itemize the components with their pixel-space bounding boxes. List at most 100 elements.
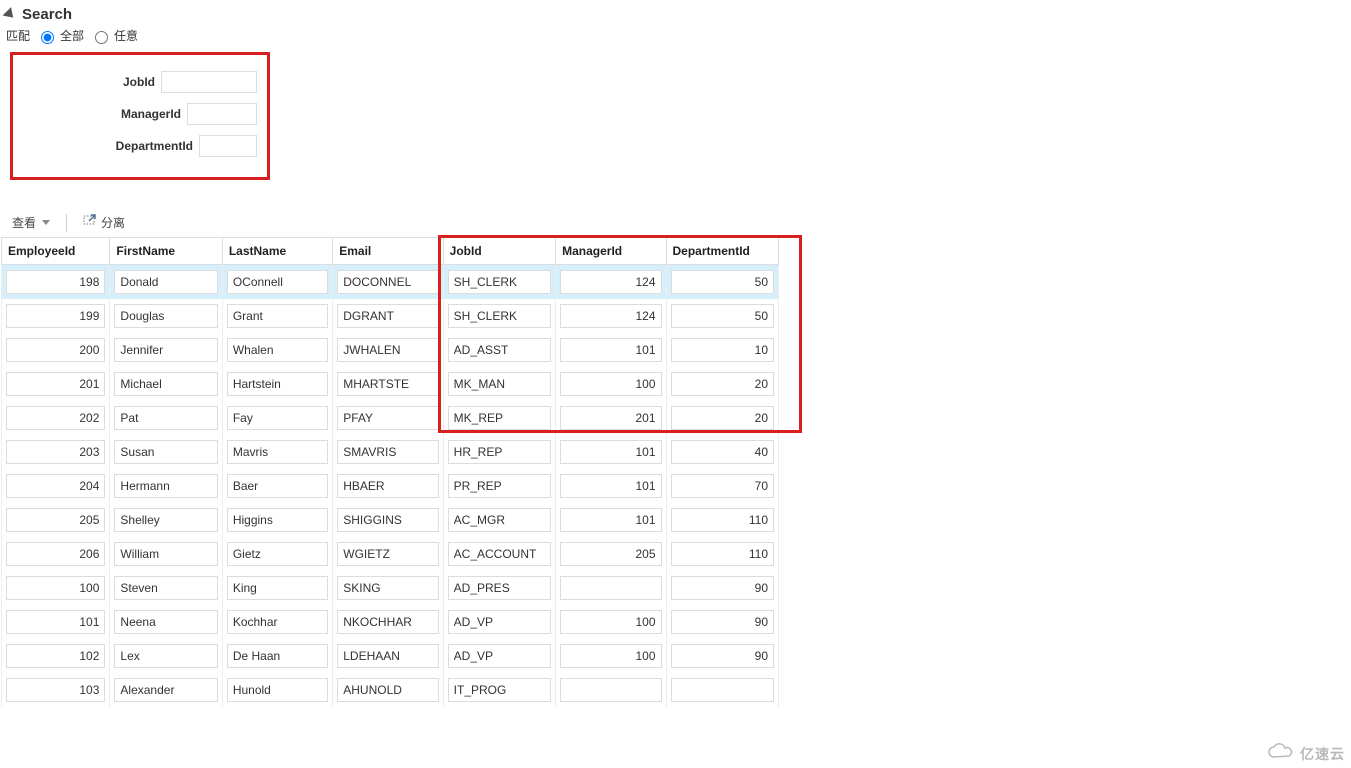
col-header-departmentid[interactable]: DepartmentId	[666, 238, 778, 265]
cell-input-managerid[interactable]	[560, 270, 661, 294]
col-header-lastname[interactable]: LastName	[222, 238, 332, 265]
cell-input-managerid[interactable]	[560, 576, 661, 600]
jobid-input[interactable]	[161, 71, 257, 93]
cell-input-jobid[interactable]	[448, 508, 551, 532]
cell-input-departmentid[interactable]	[671, 542, 774, 566]
cell-input-employeeid[interactable]	[6, 304, 105, 328]
cell-input-jobid[interactable]	[448, 610, 551, 634]
cell-input-managerid[interactable]	[560, 338, 661, 362]
cell-input-departmentid[interactable]	[671, 508, 774, 532]
detach-button[interactable]: 分离	[77, 212, 131, 233]
cell-input-lastname[interactable]	[227, 270, 328, 294]
col-header-firstname[interactable]: FirstName	[110, 238, 222, 265]
cell-input-lastname[interactable]	[227, 508, 328, 532]
cell-input-firstname[interactable]	[114, 270, 217, 294]
cell-input-jobid[interactable]	[448, 270, 551, 294]
cell-input-email[interactable]	[337, 474, 438, 498]
cell-input-email[interactable]	[337, 610, 438, 634]
cell-input-email[interactable]	[337, 406, 438, 430]
cell-input-email[interactable]	[337, 338, 438, 362]
cell-input-firstname[interactable]	[114, 372, 217, 396]
cell-input-employeeid[interactable]	[6, 644, 105, 668]
cell-input-jobid[interactable]	[448, 406, 551, 430]
cell-input-departmentid[interactable]	[671, 678, 774, 702]
cell-input-departmentid[interactable]	[671, 372, 774, 396]
table-row[interactable]	[2, 639, 779, 673]
cell-input-employeeid[interactable]	[6, 406, 105, 430]
cell-input-lastname[interactable]	[227, 338, 328, 362]
col-header-managerid[interactable]: ManagerId	[556, 238, 666, 265]
cell-input-firstname[interactable]	[114, 304, 217, 328]
cell-input-departmentid[interactable]	[671, 440, 774, 464]
cell-input-lastname[interactable]	[227, 474, 328, 498]
cell-input-jobid[interactable]	[448, 338, 551, 362]
cell-input-jobid[interactable]	[448, 678, 551, 702]
cell-input-email[interactable]	[337, 542, 438, 566]
cell-input-departmentid[interactable]	[671, 576, 774, 600]
col-header-email[interactable]: Email	[333, 238, 443, 265]
cell-input-lastname[interactable]	[227, 372, 328, 396]
match-any-option[interactable]: 任意	[90, 27, 138, 44]
cell-input-email[interactable]	[337, 644, 438, 668]
cell-input-firstname[interactable]	[114, 406, 217, 430]
cell-input-managerid[interactable]	[560, 644, 661, 668]
cell-input-firstname[interactable]	[114, 678, 217, 702]
match-all-option[interactable]: 全部	[36, 27, 84, 44]
cell-input-employeeid[interactable]	[6, 542, 105, 566]
cell-input-lastname[interactable]	[227, 304, 328, 328]
cell-input-managerid[interactable]	[560, 304, 661, 328]
cell-input-lastname[interactable]	[227, 440, 328, 464]
cell-input-jobid[interactable]	[448, 304, 551, 328]
cell-input-employeeid[interactable]	[6, 508, 105, 532]
cell-input-managerid[interactable]	[560, 610, 661, 634]
cell-input-lastname[interactable]	[227, 678, 328, 702]
cell-input-firstname[interactable]	[114, 474, 217, 498]
cell-input-departmentid[interactable]	[671, 304, 774, 328]
cell-input-email[interactable]	[337, 440, 438, 464]
cell-input-lastname[interactable]	[227, 576, 328, 600]
table-row[interactable]	[2, 673, 779, 707]
cell-input-lastname[interactable]	[227, 644, 328, 668]
cell-input-departmentid[interactable]	[671, 270, 774, 294]
cell-input-managerid[interactable]	[560, 372, 661, 396]
cell-input-jobid[interactable]	[448, 644, 551, 668]
cell-input-email[interactable]	[337, 678, 438, 702]
cell-input-email[interactable]	[337, 372, 438, 396]
cell-input-jobid[interactable]	[448, 474, 551, 498]
col-header-employeeid[interactable]: EmployeeId	[2, 238, 110, 265]
table-row[interactable]	[2, 537, 779, 571]
departmentid-input[interactable]	[199, 135, 257, 157]
managerid-input[interactable]	[187, 103, 257, 125]
view-menu-button[interactable]: 查看	[6, 212, 56, 233]
table-row[interactable]	[2, 571, 779, 605]
match-all-radio[interactable]	[41, 31, 54, 44]
cell-input-firstname[interactable]	[114, 440, 217, 464]
cell-input-jobid[interactable]	[448, 372, 551, 396]
cell-input-departmentid[interactable]	[671, 644, 774, 668]
cell-input-jobid[interactable]	[448, 542, 551, 566]
table-row[interactable]	[2, 265, 779, 300]
cell-input-email[interactable]	[337, 270, 438, 294]
cell-input-departmentid[interactable]	[671, 474, 774, 498]
cell-input-employeeid[interactable]	[6, 372, 105, 396]
table-row[interactable]	[2, 333, 779, 367]
cell-input-lastname[interactable]	[227, 406, 328, 430]
cell-input-managerid[interactable]	[560, 508, 661, 532]
cell-input-email[interactable]	[337, 508, 438, 532]
cell-input-departmentid[interactable]	[671, 406, 774, 430]
cell-input-lastname[interactable]	[227, 610, 328, 634]
col-header-jobid[interactable]: JobId	[443, 238, 555, 265]
table-row[interactable]	[2, 605, 779, 639]
table-row[interactable]	[2, 299, 779, 333]
cell-input-employeeid[interactable]	[6, 440, 105, 464]
match-any-radio[interactable]	[95, 31, 108, 44]
cell-input-departmentid[interactable]	[671, 610, 774, 634]
cell-input-lastname[interactable]	[227, 542, 328, 566]
table-row[interactable]	[2, 469, 779, 503]
cell-input-managerid[interactable]	[560, 474, 661, 498]
cell-input-managerid[interactable]	[560, 440, 661, 464]
table-row[interactable]	[2, 435, 779, 469]
search-panel-header[interactable]: Search	[0, 0, 1351, 25]
cell-input-email[interactable]	[337, 304, 438, 328]
cell-input-firstname[interactable]	[114, 610, 217, 634]
